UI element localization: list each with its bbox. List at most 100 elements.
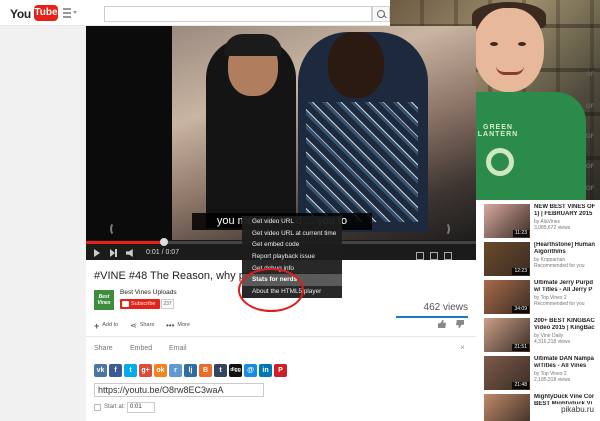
side-tag: OF (586, 72, 595, 78)
facebook-icon[interactable]: f (109, 364, 122, 377)
side-tag: OF (586, 134, 595, 140)
blogger-icon[interactable]: B (199, 364, 212, 377)
side-tag: OF (586, 164, 595, 170)
search-button[interactable] (372, 6, 390, 22)
duration-badge: 11:23 (512, 230, 529, 237)
context-menu-item[interactable]: Get video URL at current time (242, 228, 342, 240)
share-url-field[interactable]: https://youtu.be/O8rw8EC3waA (94, 383, 264, 397)
title-line: Video 2015 | KingBac (534, 325, 595, 331)
meta-line: Recommended for you (534, 301, 585, 307)
caret-down-icon (73, 11, 77, 14)
recommended-meta: by Vine Daily 4,316,218 views (534, 333, 600, 345)
eye-left (490, 42, 498, 46)
watermark: pikabu.ru (552, 404, 596, 416)
recommended-video[interactable]: 21:51 200+ BEST KINGBAC Video 2015 | KingB… (484, 318, 600, 356)
channel-name[interactable]: Best Vines Uploads (120, 289, 177, 296)
play-icon[interactable] (94, 249, 100, 257)
subscriber-count: 237 (161, 299, 174, 309)
recommended-title[interactable]: [Hearthstone] Human Algorithms (534, 242, 600, 256)
settings-icon[interactable] (430, 252, 438, 260)
tab-share[interactable]: Share (94, 345, 113, 352)
close-icon[interactable]: × (458, 343, 467, 352)
player-right-controls (416, 247, 472, 260)
scrubber-handle[interactable] (160, 238, 168, 246)
linkedin-icon[interactable]: in (259, 364, 272, 377)
video-thumbnail[interactable]: 12:23 (484, 242, 530, 276)
dislike-icon[interactable] (456, 320, 464, 328)
reddit-icon[interactable]: r (169, 364, 182, 377)
video-thumbnail[interactable]: 34:09 (484, 280, 530, 314)
recommended-meta: by Top Vines 2 2,185,318 views (534, 371, 600, 383)
meta-line: Recommended for you (534, 263, 585, 269)
next-icon[interactable] (110, 249, 117, 257)
context-menu-item[interactable]: Get video URL (242, 216, 342, 228)
mail-ru-icon[interactable]: @ (244, 364, 257, 377)
context-menu-item[interactable]: Report playback issue (242, 251, 342, 263)
guide-menu-button[interactable] (63, 8, 77, 18)
red-highlight-circle (238, 268, 304, 312)
twitter-icon[interactable]: t (124, 364, 137, 377)
cap (224, 34, 282, 56)
more-button[interactable]: ••• More (166, 321, 190, 330)
video-thumbnail[interactable]: 21:48 (484, 356, 530, 390)
shirt (306, 102, 418, 222)
title-line: 200+ BEST KINGBAC (534, 318, 595, 324)
side-tag: OF (586, 104, 595, 110)
digg-icon[interactable]: digg (229, 364, 242, 377)
vk-icon[interactable]: vk (94, 364, 107, 377)
share-label: Share (139, 321, 155, 328)
start-at-input[interactable]: 0:01 (127, 402, 155, 413)
video-thumbnail[interactable]: 21:51 (484, 318, 530, 352)
share-icon: ⋖ (130, 321, 137, 330)
title-line: [Hearthstone] Human (534, 242, 596, 248)
like-icon[interactable] (438, 320, 446, 328)
volume-wave-icon (110, 222, 120, 236)
context-menu-item[interactable]: Get embed code (242, 239, 342, 251)
subscribe-button[interactable]: Subscribe (120, 299, 160, 309)
eye-right (518, 42, 526, 46)
video-thumbnail[interactable] (484, 394, 530, 421)
recommended-meta: by Top Vines 2 Recommended for you (534, 295, 600, 307)
more-icon: ••• (166, 321, 175, 330)
odnoklassniki-icon[interactable]: ok (154, 364, 167, 377)
like-ratio-bar (396, 316, 468, 318)
youtube-logo[interactable]: You Tube (10, 5, 58, 23)
add-to-label: Add to (102, 321, 119, 328)
fullscreen-icon[interactable] (444, 252, 452, 260)
tab-embed[interactable]: Embed (130, 345, 152, 352)
plus-icon: + (94, 321, 100, 331)
title-line: 1) | FEBRUARY 2015 (534, 211, 593, 217)
tab-email[interactable]: Email (169, 345, 187, 352)
recommended-video[interactable]: 21:48 Ultimate DAN Nampa w/Titles - All Vi… (484, 356, 600, 394)
add-to-button[interactable]: + Add to (94, 321, 119, 331)
recommended-video[interactable]: 11:23 NEW BEST VINES OF 1) | FEBRUARY 2015… (484, 204, 600, 242)
duration-badge: 21:48 (512, 382, 529, 389)
recommended-title[interactable]: Ultimate DAN Nampa w/Titles - All Vines (534, 356, 600, 370)
progress-fill (86, 241, 164, 244)
meta-line: 3,085,672 views (534, 225, 571, 231)
side-tag: OF (586, 186, 595, 192)
channel-avatar[interactable]: Best Vines (94, 290, 114, 310)
recommended-title[interactable]: 200+ BEST KINGBAC Video 2015 | KingBac (534, 318, 600, 332)
recommended-title[interactable]: NEW BEST VINES OF 1) | FEBRUARY 2015 (534, 204, 600, 218)
youtube-watch-page: You Tube GREEN LANTERN OF OF OF OF OF yo… (0, 0, 600, 421)
title-line: NEW BEST VINES OF (534, 204, 596, 210)
recommended-title[interactable]: Ultimate Jerry Purpd w/ Titles - All Jerr… (534, 280, 600, 294)
recommended-video[interactable]: 12:23 [Hearthstone] Human Algorithms by Kri… (484, 242, 600, 280)
subscribe-label: Subscribe (131, 301, 156, 307)
start-at-checkbox[interactable] (94, 404, 101, 411)
google-plus-icon[interactable]: g+ (139, 364, 152, 377)
social-share-icons: vk f t g+ ok r lj Bt digg @ in P (94, 364, 394, 377)
tumblr-icon[interactable]: t (214, 364, 227, 377)
title-line: w/Titles - All Vines (534, 363, 587, 369)
share-button[interactable]: ⋖ Share (130, 321, 155, 330)
video-thumbnail[interactable]: 11:23 (484, 204, 530, 238)
duration-badge: 34:09 (512, 306, 529, 313)
captions-icon[interactable] (416, 252, 424, 260)
duration-badge: 12:23 (512, 268, 529, 275)
recommended-video[interactable]: 34:09 Ultimate Jerry Purpd w/ Titles - All… (484, 280, 600, 318)
pinterest-icon[interactable]: P (274, 364, 287, 377)
livejournal-icon[interactable]: lj (184, 364, 197, 377)
face (474, 8, 544, 92)
search-input[interactable] (104, 6, 372, 22)
